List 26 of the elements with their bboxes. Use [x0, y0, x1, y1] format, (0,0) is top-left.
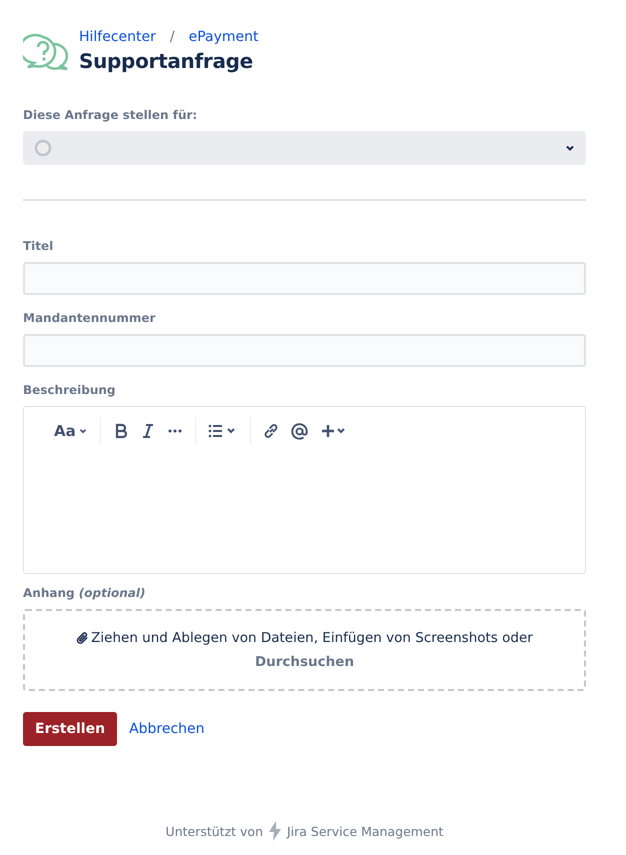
cancel-link[interactable]: Abbrechen: [129, 721, 205, 737]
avatar-icon: [34, 139, 52, 157]
browse-link[interactable]: Durchsuchen: [254, 654, 354, 670]
breadcrumb-link[interactable]: Hilfecenter: [79, 27, 156, 47]
create-button[interactable]: Erstellen: [23, 712, 118, 746]
mention-icon[interactable]: [290, 422, 308, 440]
field-label: Beschreibung: [23, 383, 117, 397]
lightning-icon: [267, 821, 283, 841]
field-label: Mandantennummer: [23, 311, 156, 325]
dropzone-hint: Ziehen und Ablegen von Dateien, Einfügen von Screenshots oder: [91, 630, 533, 646]
link-icon[interactable]: [262, 423, 279, 439]
input-field[interactable]: [23, 334, 586, 367]
page-title: Supportanfrage: [79, 49, 254, 73]
field-label: Anhang (optional): [23, 586, 146, 600]
file-dropzone[interactable]: Ziehen und Ablegen von Dateien, Einfügen von Screenshots oder Durchsuchen: [23, 609, 586, 691]
field-label: Titel: [23, 239, 54, 253]
breadcrumb-link[interactable]: ePayment: [188, 27, 259, 47]
footer-product: Jira Service Management: [287, 824, 444, 838]
paperclip-icon: [76, 631, 90, 645]
input-field[interactable]: [23, 262, 586, 295]
text-style-button[interactable]: Aa: [54, 422, 88, 440]
footer-text: Unterstützt von: [166, 824, 263, 838]
rich-text-editor[interactable]: Aa: [23, 406, 586, 574]
field-label: Diese Anfrage stellen für:: [23, 108, 198, 122]
breadcrumb-separator: /: [170, 28, 175, 47]
italic-icon[interactable]: [140, 423, 155, 439]
